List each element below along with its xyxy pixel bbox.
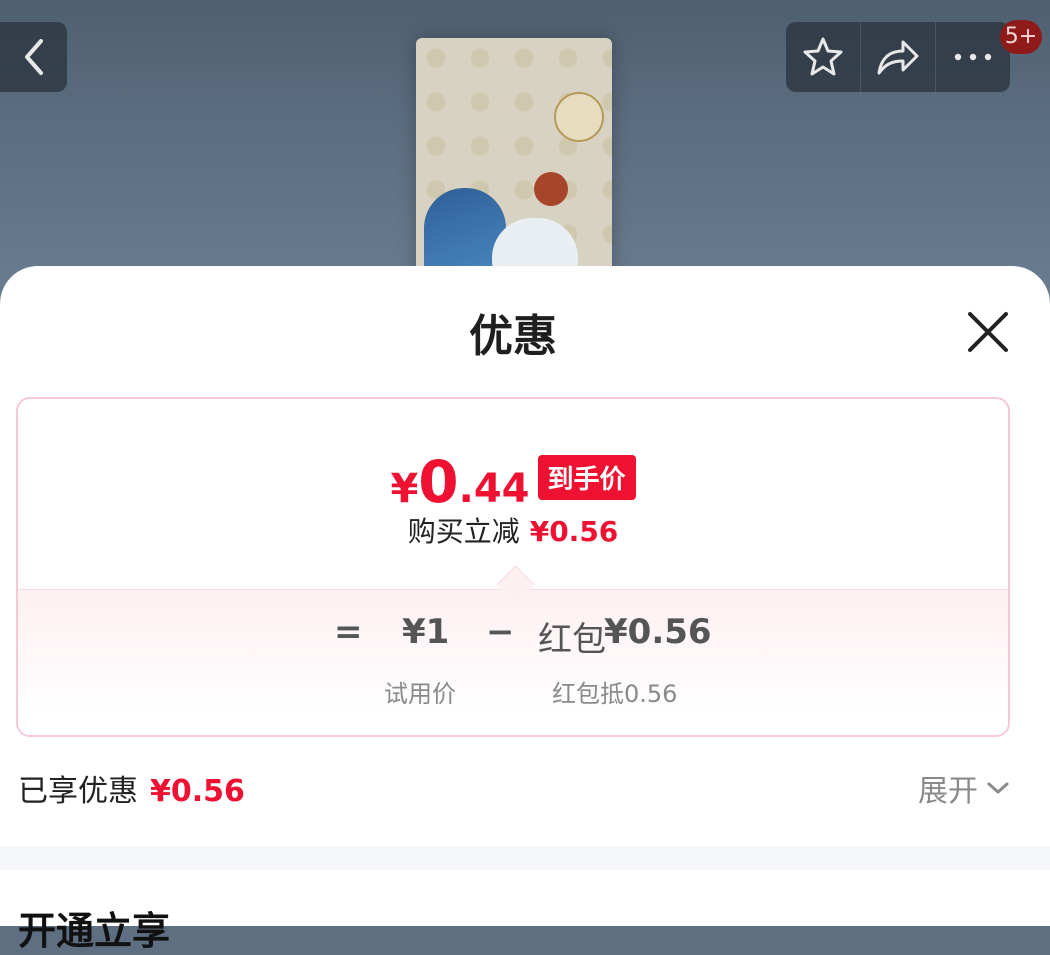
enjoyed-discount-row: 已享优惠 ¥0.56	[18, 766, 245, 810]
enjoyed-label: 已享优惠	[18, 774, 138, 809]
next-section-title: 开通立享	[18, 909, 171, 953]
sheet-title: 优惠	[469, 311, 557, 362]
final-price-row: ¥0.44 到手价	[0, 448, 1026, 516]
formula-base-value: ¥1	[402, 612, 450, 652]
section-divider	[0, 846, 1050, 870]
instant-discount-row: 购买立减 ¥0.56	[0, 510, 1026, 550]
formula-discount-name: 红包	[538, 620, 606, 660]
formula-base-label: 试用价	[384, 680, 456, 708]
chevron-down-icon	[987, 782, 1009, 794]
close-icon	[968, 312, 1008, 352]
basketball-graphic	[534, 172, 568, 206]
price-decimals: .44	[458, 466, 530, 512]
notification-badge: 5+	[1000, 20, 1042, 54]
formula-minus: −	[486, 612, 515, 652]
top-actions	[786, 22, 1010, 92]
star-icon	[803, 37, 843, 76]
save-label: 购买立减	[407, 515, 520, 548]
enjoyed-amount: ¥0.56	[150, 774, 245, 809]
expand-label: 展开	[918, 774, 978, 809]
favorite-button[interactable]	[786, 22, 861, 92]
price-currency: ¥	[390, 466, 419, 512]
share-button[interactable]	[861, 22, 936, 92]
formula-equals: =	[334, 612, 363, 652]
product-image	[416, 38, 612, 300]
back-button[interactable]	[0, 22, 67, 92]
close-button[interactable]	[962, 306, 1014, 358]
more-button[interactable]	[936, 22, 1010, 92]
chevron-left-icon	[24, 39, 43, 75]
expand-button[interactable]: 展开	[918, 766, 1012, 810]
price-integer: 0	[418, 448, 459, 516]
formula-discount-value: ¥0.56	[604, 612, 712, 652]
save-amount: ¥0.56	[529, 515, 619, 548]
share-icon	[877, 40, 919, 75]
brand-seal	[554, 92, 604, 142]
more-icon	[954, 53, 992, 61]
final-price-tag: 到手价	[537, 455, 636, 500]
formula-discount-label: 红包抵0.56	[552, 680, 678, 708]
